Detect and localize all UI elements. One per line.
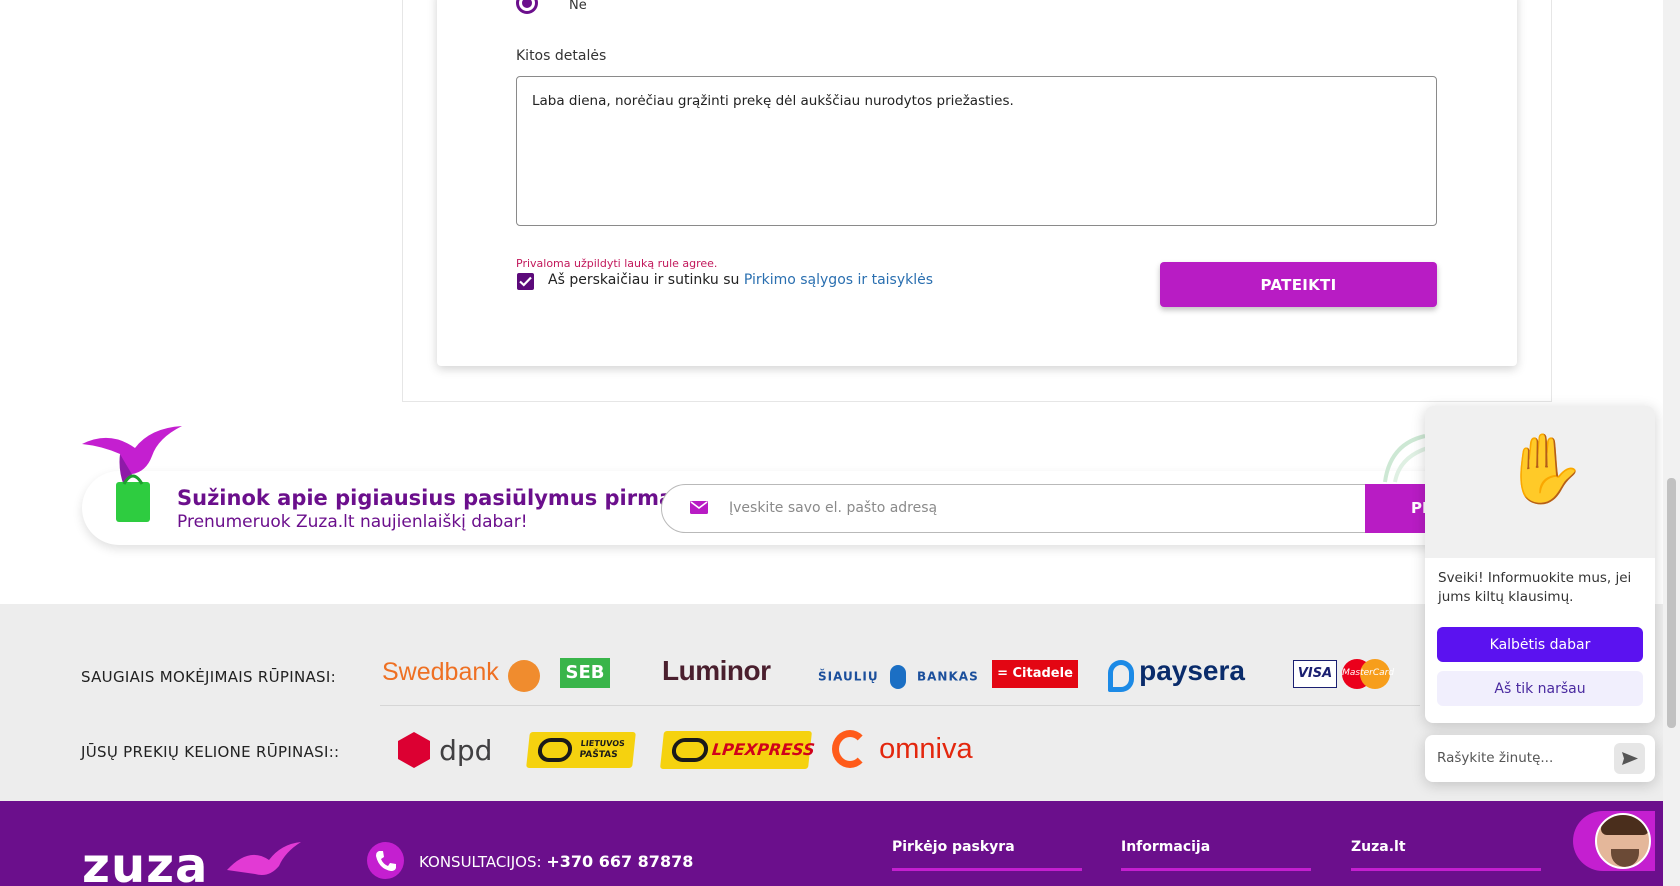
send-arrow-icon	[1622, 752, 1638, 765]
lp-express-logo-text: LPEXPRESS	[711, 740, 816, 759]
agent-avatar	[1595, 813, 1651, 869]
footer-col-info-line	[1121, 868, 1311, 871]
phone-label: KONSULTACIJOS:	[419, 853, 542, 871]
chat-message-input[interactable]: Rašykite žinutę...	[1425, 735, 1655, 782]
siauliu-logo-text-2: BANKAS	[917, 669, 979, 684]
dpd-logo: dpd	[398, 732, 492, 768]
footer-col-zuza-line	[1351, 868, 1541, 871]
phone-consultation: KONSULTACIJOS: +370 667 87878	[419, 852, 693, 871]
phone-number[interactable]: +370 667 87878	[546, 852, 693, 871]
page-scrollbar[interactable]	[1663, 0, 1680, 886]
email-placeholder: Įveskite savo el. pašto adresą	[729, 500, 938, 516]
zuza-logo[interactable]: zuza	[82, 838, 208, 886]
envelope-icon	[690, 501, 708, 514]
agree-checkbox[interactable]	[517, 273, 534, 290]
email-field[interactable]: Įveskite savo el. pašto adresą	[661, 484, 1381, 533]
chat-start-button[interactable]: Kalbėtis dabar	[1437, 627, 1643, 662]
agree-error-message: Privaloma užpildyti lauką rule agree.	[516, 257, 718, 270]
chat-input-placeholder: Rašykite žinutę...	[1437, 750, 1554, 766]
dpd-cube-icon	[398, 732, 430, 768]
citadele-logo-text: Citadele	[1012, 666, 1073, 681]
footer-col-zuza[interactable]: Zuza.lt	[1351, 839, 1406, 855]
swedbank-logo-text: Swedbank	[382, 658, 499, 686]
footer-col-info[interactable]: Informacija	[1121, 839, 1210, 855]
checkmark-icon	[519, 276, 532, 287]
lp-express-horn-icon	[670, 738, 710, 762]
siauliu-bankas-logo: ŠIAULIŲ BANKAS	[818, 665, 979, 689]
details-label: Kitos detalės	[516, 48, 607, 64]
chat-widget: ✋ Sveiki! Informuokite mus, jei jums kil…	[1425, 406, 1655, 723]
siauliu-logo-mark-icon	[889, 665, 906, 689]
mastercard-logo-text: MasterCard	[1342, 668, 1395, 678]
dpd-logo-text: dpd	[439, 733, 493, 767]
chat-greeting: Sveiki! Informuokite mus, jei jums kiltų…	[1438, 570, 1632, 605]
hummingbird-bag-icon	[82, 426, 182, 522]
chat-launcher-button[interactable]	[1573, 811, 1655, 871]
chat-header: ✋	[1425, 406, 1655, 558]
mastercard-logo: MasterCard	[1342, 659, 1395, 689]
page: Ne Kitos detalės Laba diena, norėčiau gr…	[0, 0, 1680, 886]
radio-no-label: Ne	[569, 0, 587, 13]
partners-divider	[380, 705, 1420, 706]
footer-col-account-line	[892, 868, 1082, 871]
citadele-mark-icon: =	[997, 666, 1013, 681]
lietuvos-pastas-text-2: PAŠTAS	[578, 750, 619, 760]
avatar-hair-icon	[1601, 815, 1649, 835]
paysera-logo: paysera	[1108, 655, 1245, 692]
agree-text-label: Aš perskaičiau ir sutinku su	[548, 272, 744, 288]
avatar-beard-icon	[1611, 849, 1639, 867]
newsletter-title: Sužinok apie pigiausius pasiūlymus pirma…	[177, 486, 696, 510]
delivery-partners-label: JŪSŲ PREKIŲ KELIONE RŪPINASI::	[81, 743, 340, 761]
payment-partners-label: SAUGIAIS MOKĖJIMAIS RŪPINASI:	[81, 668, 336, 686]
newsletter-subtitle: Prenumeruok Zuza.lt naujienlaiškį dabar!	[177, 512, 528, 532]
citadele-logo: = Citadele	[992, 660, 1078, 688]
swedbank-oak-icon	[507, 659, 540, 692]
visa-logo: VISA	[1293, 660, 1337, 688]
chat-browse-button[interactable]: Aš tik naršau	[1437, 671, 1643, 706]
waving-hand-icon: ✋	[1502, 430, 1587, 509]
lp-express-logo: LPEXPRESS	[660, 731, 816, 769]
omniva-logo: omniva	[832, 730, 973, 768]
paysera-p-icon	[1108, 659, 1134, 692]
visa-mastercard-logo: VISA MasterCard	[1293, 659, 1395, 689]
phone-handset-icon	[376, 851, 396, 871]
lietuvos-pastas-logo: LIETUVOS PAŠTAS	[526, 732, 636, 768]
siauliu-logo-text-1: ŠIAULIŲ	[818, 669, 879, 684]
seb-logo: SEB	[560, 658, 610, 688]
luminor-logo: Luminor	[662, 655, 771, 686]
scrollbar-thumb[interactable]	[1667, 478, 1676, 728]
lietuvos-pastas-horn-icon	[536, 738, 574, 762]
details-textarea[interactable]: Laba diena, norėčiau grąžinti prekę dėl …	[516, 76, 1437, 226]
terms-link[interactable]: Pirkimo sąlygos ir taisyklės	[744, 272, 933, 288]
omniva-mark-icon	[832, 730, 868, 768]
omniva-logo-text: omniva	[879, 732, 973, 765]
swedbank-logo: Swedbank	[382, 658, 540, 692]
lietuvos-pastas-text-1: LIETUVOS	[580, 739, 626, 748]
chat-send-button[interactable]	[1614, 743, 1645, 774]
zuza-logo-bird-icon	[227, 842, 301, 875]
phone-icon	[367, 842, 404, 879]
footer-col-account[interactable]: Pirkėjo paskyra	[892, 839, 1015, 855]
paysera-logo-text: paysera	[1139, 655, 1245, 686]
agree-text: Aš perskaičiau ir sutinku su Pirkimo sąl…	[548, 272, 933, 288]
submit-button[interactable]: PATEIKTI	[1160, 262, 1437, 307]
